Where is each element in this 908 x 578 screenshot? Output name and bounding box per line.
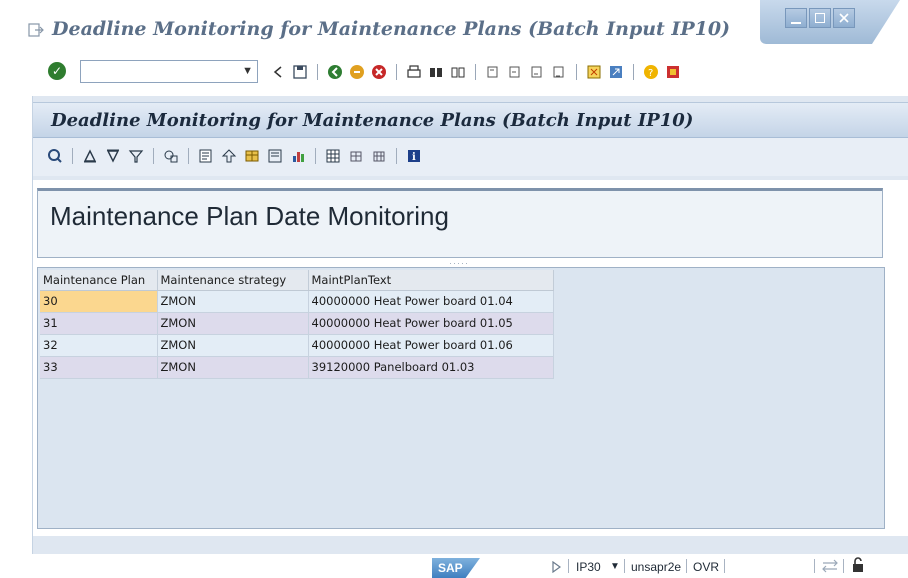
back-green-icon[interactable] [327,64,343,80]
new-session-icon[interactable] [586,64,602,80]
print-preview-icon[interactable] [198,148,214,164]
info-icon[interactable]: i [406,148,422,164]
prev-page-icon[interactable] [507,64,523,80]
cell-maintenance-strategy[interactable]: ZMON [157,334,309,357]
tab-navigation-icon[interactable] [822,559,838,573]
word-processing-icon[interactable] [267,148,283,164]
table-row[interactable]: 31 ZMON 40000000 Heat Power board 01.05 [40,312,554,335]
column-header-maintplantext[interactable]: MaintPlanText [308,270,554,291]
total-icon[interactable] [163,148,179,164]
cancel-icon[interactable] [371,64,387,80]
status-separator [686,559,687,573]
last-page-icon[interactable] [551,64,567,80]
maximize-button[interactable] [809,8,831,28]
cell-maintenance-strategy[interactable]: ZMON [157,312,309,335]
first-page-icon[interactable] [485,64,501,80]
cell-maintenance-strategy[interactable]: ZMON [157,290,309,313]
content-area: Maintenance Plan Date Monitoring ····· M… [33,180,908,536]
filter-icon[interactable] [128,148,144,164]
next-page-icon[interactable] [529,64,545,80]
help-icon[interactable]: ? [643,64,659,80]
list-header-box: Maintenance Plan Date Monitoring [37,188,883,258]
cell-maintplantext[interactable]: 40000000 Heat Power board 01.04 [308,290,554,313]
cell-maintplantext[interactable]: 40000000 Heat Power board 01.06 [308,334,554,357]
close-button[interactable] [833,8,855,28]
export-icon[interactable] [221,148,237,164]
command-field[interactable]: ▼ [80,60,258,83]
toolbar-separator [633,64,634,80]
toolbar-separator [576,64,577,80]
status-separator [724,559,725,573]
play-icon[interactable] [551,561,561,573]
system-toolbar: ✓ ▼ ? [0,55,908,89]
status-bar: SAP IP30 ▼ unsapr2e OVR [0,554,908,578]
toolbar-separator [153,148,154,164]
cell-maintenance-plan[interactable]: 31 [40,312,158,335]
sort-descending-icon[interactable] [105,148,121,164]
save-icon[interactable] [292,64,308,80]
close-icon [839,13,849,23]
cell-maintenance-strategy[interactable]: ZMON [157,356,309,379]
choose-layout-icon[interactable] [325,148,341,164]
page-title: Deadline Monitoring for Maintenance Plan… [51,110,694,131]
main-frame: Deadline Monitoring for Maintenance Plan… [32,96,908,554]
chevron-down-icon[interactable]: ▼ [610,561,620,572]
server-name: unsapr2e [631,560,682,574]
cell-maintenance-plan[interactable]: 32 [40,334,158,357]
transaction-code: IP30 [576,560,601,574]
status-separator [624,559,625,573]
alv-grid: Maintenance Plan Maintenance strategy Ma… [37,267,885,529]
list-header-title: Maintenance Plan Date Monitoring [50,201,449,231]
window-title: Deadline Monitoring for Maintenance Plan… [52,18,731,40]
application-toolbar: i [33,138,908,176]
details-icon[interactable] [47,148,63,164]
system-icons: ? [270,61,681,83]
status-separator [814,559,815,573]
table-row[interactable]: 32 ZMON 40000000 Heat Power board 01.06 [40,334,554,357]
toolbar-separator [396,148,397,164]
status-separator [568,559,569,573]
column-header-maintenance-plan[interactable]: Maintenance Plan [40,270,158,291]
toolbar-separator [396,64,397,80]
cell-maintenance-plan[interactable]: 33 [40,356,158,379]
toolbar-separator [317,64,318,80]
exit-icon[interactable] [349,64,365,80]
change-layout-icon[interactable] [348,148,364,164]
table-row[interactable]: 30 ZMON 40000000 Heat Power board 01.04 [40,290,554,313]
graphic-icon[interactable] [290,148,306,164]
toolbar-separator [188,148,189,164]
data-table: Maintenance Plan Maintenance strategy Ma… [40,270,554,379]
lock-icon[interactable] [851,557,865,573]
find-next-icon[interactable] [450,64,466,80]
toolbar-separator [72,148,73,164]
spreadsheet-icon[interactable] [244,148,260,164]
window-controls [785,8,855,28]
toolbar-separator [475,64,476,80]
svg-text:i: i [412,152,416,163]
column-header-maintenance-strategy[interactable]: Maintenance strategy [157,270,309,291]
table-row[interactable]: 33 ZMON 39120000 Panelboard 01.03 [40,356,554,379]
status-separator [843,559,844,573]
save-layout-icon[interactable] [371,148,387,164]
toolbar-separator [315,148,316,164]
sort-ascending-icon[interactable] [82,148,98,164]
cell-maintenance-plan[interactable]: 30 [40,290,158,313]
chevron-down-icon[interactable]: ▼ [242,65,253,77]
svg-text:?: ? [648,68,653,79]
customize-layout-icon[interactable] [665,64,681,80]
back-icon[interactable] [270,64,286,80]
window-titlebar: Deadline Monitoring for Maintenance Plan… [0,0,908,48]
table-header-row: Maintenance Plan Maintenance strategy Ma… [40,270,554,291]
print-icon[interactable] [406,64,422,80]
insert-mode[interactable]: OVR [693,560,719,574]
minimize-button[interactable] [785,8,807,28]
enter-icon[interactable]: ✓ [48,62,66,80]
menu-icon[interactable] [28,22,44,38]
app-header: Deadline Monitoring for Maintenance Plan… [33,102,908,138]
find-icon[interactable] [428,64,444,80]
shortcut-icon[interactable] [608,64,624,80]
cell-maintplantext[interactable]: 39120000 Panelboard 01.03 [308,356,554,379]
sap-logo: SAP [432,558,480,578]
cell-maintplantext[interactable]: 40000000 Heat Power board 01.05 [308,312,554,335]
